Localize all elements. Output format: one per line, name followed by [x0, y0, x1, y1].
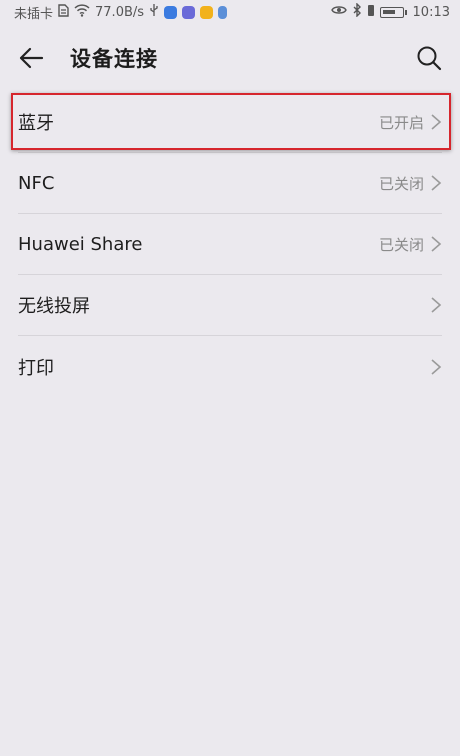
status-bar: 未插卡 77.0B/s 10:13 [0, 0, 460, 24]
row-label: 无线投屏 [18, 296, 90, 317]
carrier-text: 未插卡 [14, 6, 54, 22]
chevron-right-icon [431, 297, 442, 313]
nfc-row[interactable]: NFC 已关闭 [18, 153, 442, 214]
network-speed: 77.0B/s [95, 4, 145, 20]
row-label: NFC [18, 172, 55, 194]
status-bar-left: 未插卡 77.0B/s [14, 3, 228, 22]
search-button[interactable] [412, 41, 446, 75]
sim-icon [58, 3, 69, 21]
chevron-right-icon [431, 114, 442, 130]
print-row[interactable]: 打印 [18, 336, 442, 397]
row-right: 已开启 [379, 112, 442, 133]
row-right [430, 296, 442, 314]
chevron-right-icon [431, 236, 442, 252]
usb-icon [149, 3, 159, 21]
row-right: 已关闭 [379, 173, 442, 194]
chevron-right-icon [431, 358, 442, 375]
row-status: 已关闭 [378, 174, 424, 193]
huawei-share-row[interactable]: Huawei Share 已关闭 [18, 214, 442, 275]
music-notification-icon [182, 5, 196, 19]
app-notification-icon [164, 5, 178, 19]
back-button[interactable] [14, 41, 48, 75]
status-bar-right: 10:13 [330, 2, 450, 21]
battery-saver-icon [218, 5, 228, 19]
wifi-icon [74, 3, 90, 21]
row-label: 打印 [18, 357, 54, 379]
mail-notification-icon [200, 5, 214, 19]
battery-icon [379, 6, 407, 18]
row-right: 已关闭 [379, 234, 442, 255]
clock: 10:13 [412, 4, 450, 20]
bluetooth-row[interactable]: 蓝牙 已开启 [11, 92, 451, 153]
row-status: 已关闭 [378, 235, 424, 254]
settings-list: 蓝牙 已开启 NFC 已关闭 Huawei Share 已关闭 无线投屏 打印 [0, 92, 460, 397]
wireless-projection-row[interactable]: 无线投屏 [18, 275, 442, 336]
row-right [430, 358, 442, 376]
app-bar: 设备连接 [0, 24, 460, 92]
chevron-right-icon [431, 175, 442, 191]
vibrate-icon [367, 4, 375, 21]
row-label: Huawei Share [18, 233, 143, 255]
back-arrow-icon [19, 47, 44, 69]
page-title: 设备连接 [70, 47, 158, 71]
bluetooth-icon [352, 2, 362, 21]
eye-comfort-icon [330, 4, 347, 20]
row-label: 蓝牙 [18, 113, 54, 134]
search-icon [417, 46, 442, 71]
row-status: 已开启 [378, 113, 424, 132]
